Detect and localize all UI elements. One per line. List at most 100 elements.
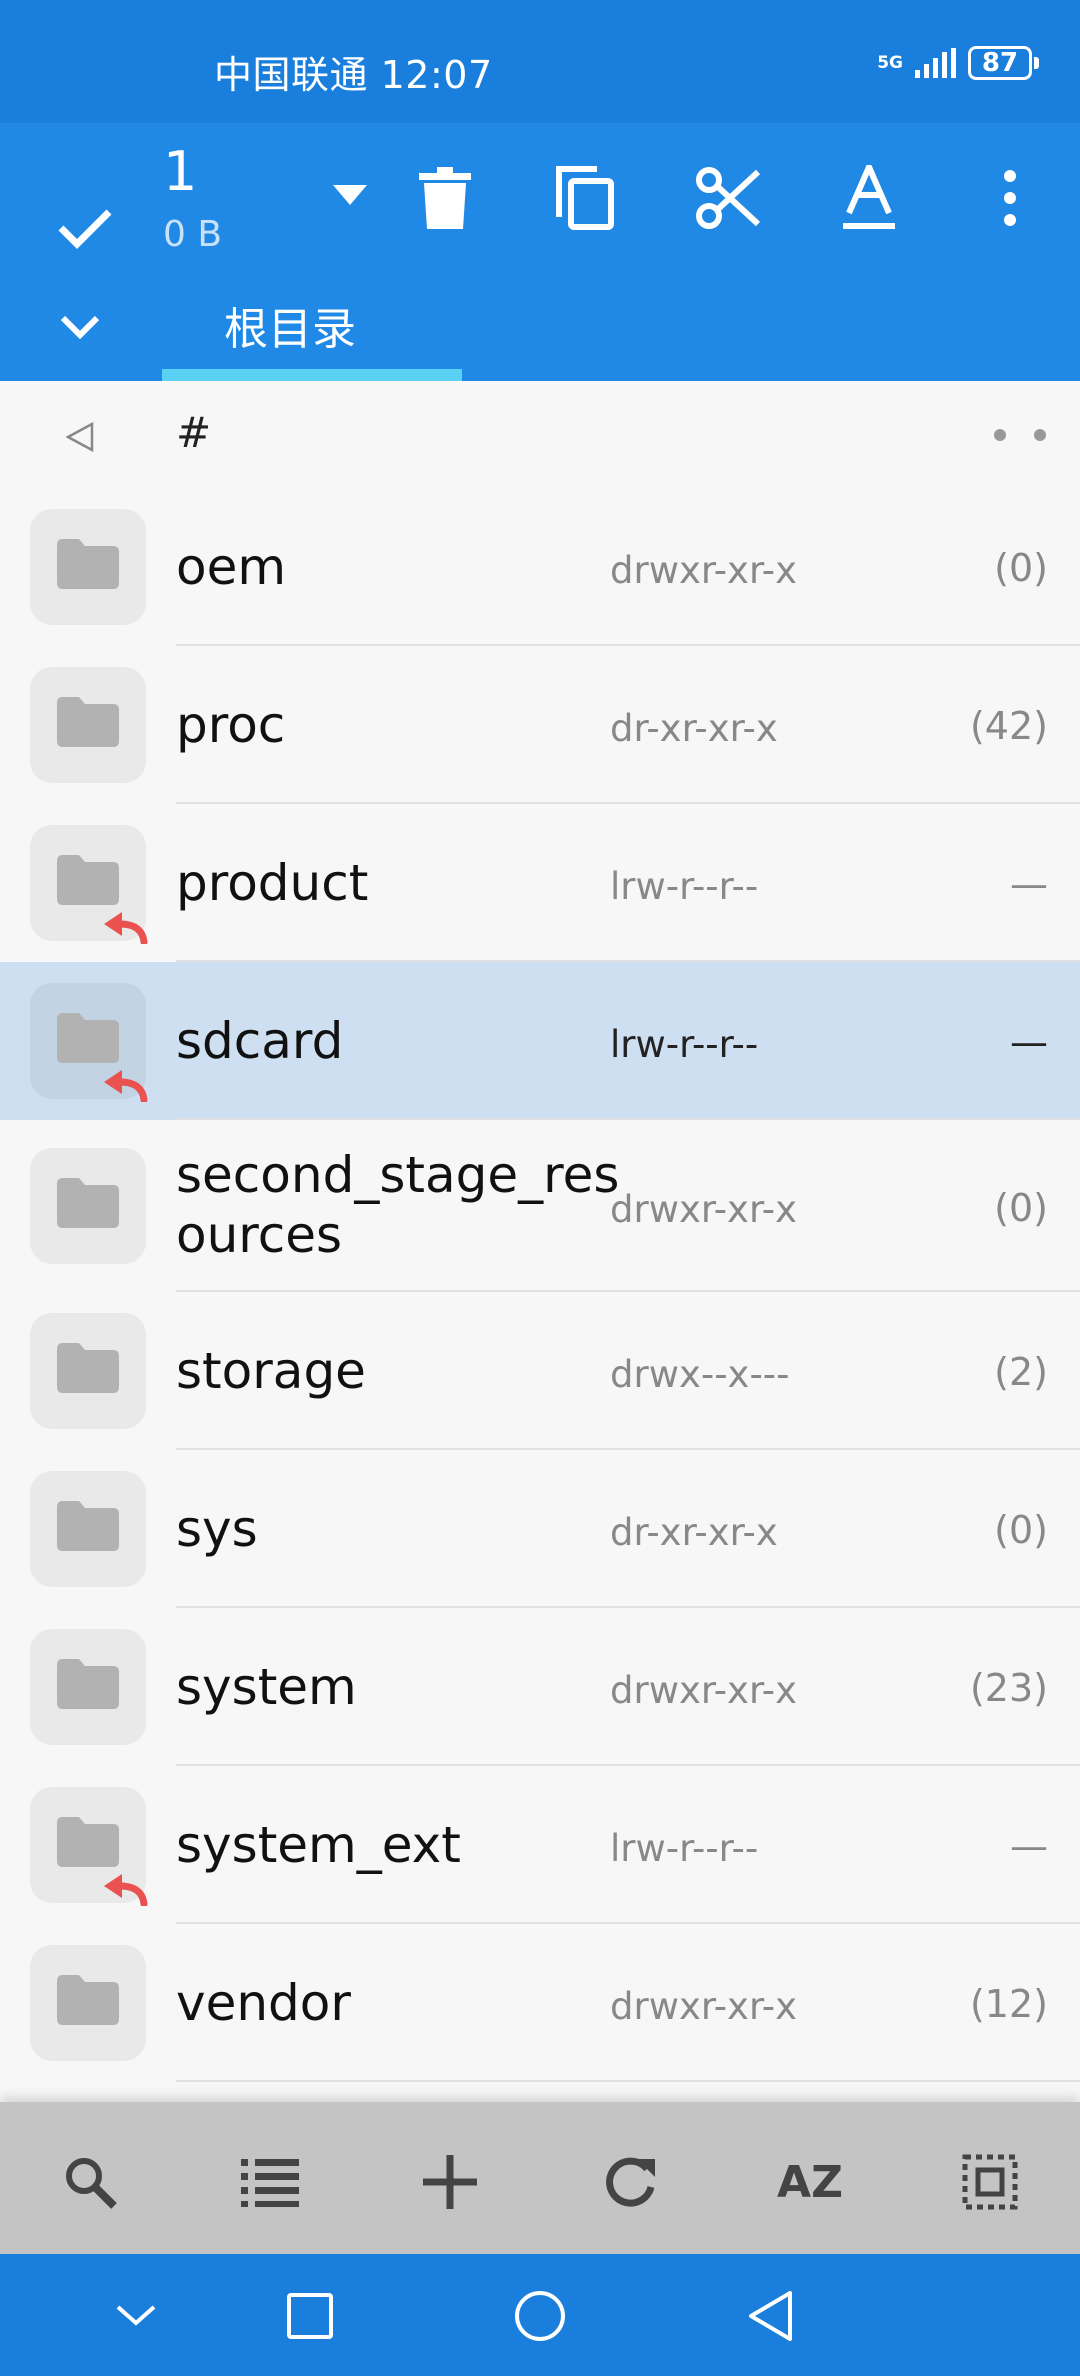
file-permissions: drwx--x--- <box>610 1353 790 1396</box>
chevron-down-icon[interactable] <box>50 305 110 349</box>
folder-icon <box>57 1659 119 1709</box>
check-icon[interactable] <box>50 193 120 263</box>
more-icon[interactable] <box>990 160 1030 236</box>
file-name: proc <box>176 696 286 754</box>
add-icon[interactable] <box>410 2142 490 2222</box>
file-permissions: drwxr-xr-x <box>610 1669 798 1712</box>
folder-icon <box>57 1343 119 1393</box>
clock: 12:07 <box>380 53 493 97</box>
file-row[interactable]: system_ext lrw-r--r-- — <box>0 1766 1080 1924</box>
file-permissions: dr-xr-xr-x <box>610 707 778 750</box>
status-indicators: 5G 87 <box>877 46 1039 80</box>
list-view-icon[interactable] <box>230 2142 310 2222</box>
file-name-line: second_stage_res <box>176 1146 620 1204</box>
folder-thumbnail[interactable] <box>30 1471 146 1587</box>
file-name: system_ext <box>176 1816 461 1874</box>
item-count: (2) <box>994 1350 1048 1394</box>
file-row[interactable]: oem drwxr-xr-x (0) <box>0 488 1080 646</box>
path-bar: # <box>0 381 1080 488</box>
folder-icon <box>57 1013 119 1063</box>
file-name: oem <box>176 538 287 596</box>
sort-icon[interactable]: AZ <box>770 2142 850 2222</box>
folder-thumbnail[interactable] <box>30 509 146 625</box>
back-triangle-icon[interactable] <box>62 419 98 455</box>
folder-thumbnail[interactable] <box>30 1787 148 1906</box>
dropdown-icon[interactable] <box>330 180 370 210</box>
file-permissions: lrw-r--r-- <box>610 865 759 908</box>
item-count: (0) <box>994 1508 1048 1552</box>
select-all-icon[interactable] <box>950 2142 1030 2222</box>
current-path: # <box>176 408 212 457</box>
overflow-dots-icon[interactable] <box>985 423 1055 447</box>
battery-icon: 87 <box>968 46 1039 80</box>
file-name: vendor <box>176 1974 351 2032</box>
symlink-arrow-icon <box>104 1874 148 1906</box>
copy-icon[interactable] <box>550 160 620 236</box>
file-name: sdcard <box>176 1012 344 1070</box>
file-name: sys <box>176 1500 258 1558</box>
carrier-label: 中国联通 <box>214 53 369 97</box>
file-permissions: drwxr-xr-x <box>610 1985 798 2028</box>
search-icon[interactable] <box>50 2142 130 2222</box>
item-count: (0) <box>994 546 1048 590</box>
file-row[interactable]: vendor drwxr-xr-x (12) <box>0 1924 1080 2082</box>
file-name-line: ources <box>176 1206 343 1264</box>
folder-thumbnail[interactable] <box>30 983 148 1102</box>
rename-icon[interactable] <box>834 160 904 236</box>
recents-icon[interactable] <box>278 2284 342 2348</box>
file-row[interactable]: second_stage_res ources drwxr-xr-x (0) <box>0 1120 1080 1292</box>
folder-thumbnail[interactable] <box>30 825 148 944</box>
trash-icon[interactable] <box>410 160 480 236</box>
file-permissions: drwxr-xr-x <box>610 1188 798 1231</box>
item-count: (23) <box>969 1666 1048 1710</box>
file-row[interactable]: sys dr-xr-xr-x (0) <box>0 1450 1080 1608</box>
file-row[interactable]: proc dr-xr-xr-x (42) <box>0 646 1080 804</box>
status-carrier-time: 中国联通 12:07 <box>214 44 493 99</box>
selected-count: 1 <box>163 140 198 203</box>
file-row[interactable]: system drwxr-xr-x (23) <box>0 1608 1080 1766</box>
file-permissions: lrw-r--r-- <box>610 1023 759 1066</box>
symlink-arrow-icon <box>104 1070 148 1102</box>
file-permissions: dr-xr-xr-x <box>610 1511 778 1554</box>
item-count: (0) <box>994 1186 1048 1230</box>
network-type: 5G <box>877 52 903 73</box>
folder-thumbnail[interactable] <box>30 1945 146 2061</box>
file-list: oem drwxr-xr-x (0) proc dr-xr-xr-x (42) produc… <box>0 488 1080 2102</box>
folder-thumbnail[interactable] <box>30 1148 146 1264</box>
selected-size: 0 B <box>163 214 223 255</box>
refresh-icon[interactable] <box>590 2142 670 2222</box>
item-count: — <box>1010 1020 1048 1064</box>
file-row[interactable]: storage drwx--x--- (2) <box>0 1292 1080 1450</box>
item-count: (42) <box>969 704 1048 748</box>
home-icon[interactable] <box>508 2284 572 2348</box>
item-count: (12) <box>969 1982 1048 2026</box>
hide-nav-chevron-icon[interactable] <box>104 2284 168 2348</box>
folder-icon <box>57 1975 119 2025</box>
folder-thumbnail[interactable] <box>30 1629 146 1745</box>
folder-icon <box>57 1501 119 1551</box>
file-row[interactable]: product lrw-r--r-- — <box>0 804 1080 962</box>
folder-icon <box>57 1817 119 1867</box>
folder-icon <box>57 697 119 747</box>
cut-icon[interactable] <box>690 160 766 236</box>
file-name: second_stage_res ources <box>176 1145 620 1265</box>
item-count: — <box>1010 1824 1048 1868</box>
back-icon[interactable] <box>738 2284 802 2348</box>
symlink-arrow-icon <box>104 912 148 944</box>
bottom-action-bar: AZ <box>0 2102 1080 2254</box>
folder-thumbnail[interactable] <box>30 1313 146 1429</box>
file-row[interactable]: sdcard lrw-r--r-- — <box>0 962 1080 1120</box>
signal-icon <box>915 48 956 78</box>
item-count: — <box>1010 862 1048 906</box>
file-permissions: drwxr-xr-x <box>610 549 798 592</box>
tab-indicator <box>162 369 462 381</box>
tab-root[interactable]: 根目录 <box>224 293 356 357</box>
folder-icon <box>57 539 119 589</box>
folder-thumbnail[interactable] <box>30 667 146 783</box>
folder-icon <box>57 855 119 905</box>
sort-label: AZ <box>777 2156 843 2208</box>
file-name: product <box>176 854 369 912</box>
file-row-partial[interactable] <box>0 2082 1080 2102</box>
selection-toolbar <box>0 123 1080 381</box>
system-nav-bar <box>0 2254 1080 2376</box>
